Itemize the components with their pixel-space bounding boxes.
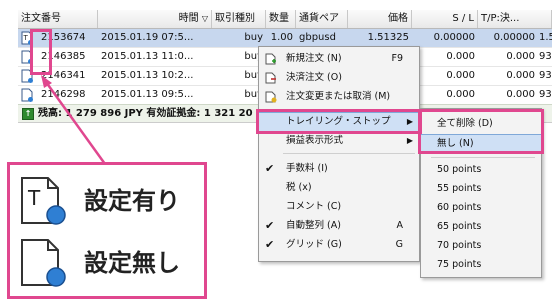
col-label: 価格 bbox=[388, 13, 408, 24]
order-pair: gbpusd bbox=[299, 32, 336, 43]
menu-item-label: 60 points bbox=[437, 202, 482, 213]
order-type: buy bbox=[244, 32, 263, 43]
checkmark-icon: ✔ bbox=[265, 219, 275, 232]
menu-item-tax[interactable]: 税 (x) bbox=[259, 179, 419, 197]
submenu-points-65[interactable]: 65 points bbox=[421, 218, 541, 236]
submenu-points-75[interactable]: 75 points bbox=[421, 256, 541, 274]
menu-item-modify-order[interactable]: 注文変更または取消 (M) bbox=[259, 88, 419, 106]
menu-item-label: 65 points bbox=[437, 221, 482, 232]
menu-item-label: 税 (x) bbox=[286, 182, 312, 193]
menu-item-comment[interactable]: コメント (C) bbox=[259, 198, 419, 216]
legend-callout: T 設定有り 設定無し bbox=[7, 162, 207, 299]
col-qty[interactable]: 数量 bbox=[266, 10, 296, 28]
col-label: T/P:決... bbox=[481, 13, 520, 24]
order-tp: 0.000 bbox=[506, 51, 535, 62]
order-sl: 0.00000 bbox=[433, 32, 475, 43]
order-qty: 1.00 bbox=[270, 32, 293, 43]
menu-item-grid[interactable]: ✔ グリッド (G) G bbox=[259, 236, 419, 254]
menu-item-label: 注文変更または取消 (M) bbox=[286, 91, 391, 102]
col-label: 時間 bbox=[178, 13, 199, 24]
svg-text:T: T bbox=[23, 34, 29, 42]
order-without-stop-icon bbox=[21, 88, 33, 102]
menu-item-label: 手数料 (I) bbox=[286, 163, 328, 174]
order-time: 2015.01.13 11:0... bbox=[101, 51, 194, 62]
col-label: 通貨ペア bbox=[299, 13, 339, 24]
context-menu: 新規注文 (N) F9 決済注文 (O) 注文変更または取消 (M) トレイリン… bbox=[258, 46, 420, 262]
submenu-points-60[interactable]: 60 points bbox=[421, 199, 541, 217]
balance-text: 残高: 1 279 896 JPY 有効証拠金: 1 321 20 bbox=[38, 108, 253, 119]
table-header: 注文番号 時間 ▽ 取引種別 数量 通貨ペア 価格 S / L T/P:決... bbox=[18, 10, 552, 29]
order-tp: 0.000 bbox=[506, 89, 535, 100]
order-sl: 0.000 bbox=[446, 51, 475, 62]
col-label: 数量 bbox=[269, 13, 289, 24]
icon-highlight-box bbox=[30, 29, 52, 75]
submenu-points-70[interactable]: 70 points bbox=[421, 237, 541, 255]
menu-item-label: 70 points bbox=[437, 240, 482, 251]
order-tp: 0.000 bbox=[506, 70, 535, 81]
menu-item-auto-arrange[interactable]: ✔ 自動整列 (A) A bbox=[259, 217, 419, 235]
menu-item-label: 損益表示形式 bbox=[286, 135, 344, 146]
col-label: S / L bbox=[452, 13, 474, 24]
col-pair[interactable]: 通貨ペア bbox=[296, 10, 348, 28]
modify-order-icon bbox=[265, 91, 277, 103]
menu-item-label: 決済注文 (O) bbox=[286, 72, 342, 83]
menu-item-label: グリッド (G) bbox=[286, 239, 342, 250]
menu-separator bbox=[431, 157, 535, 158]
order-extra: 93 bbox=[539, 89, 552, 100]
menu-item-label: 50 points bbox=[437, 164, 482, 175]
order-extra: 1.5 bbox=[539, 32, 552, 43]
order-tp: 0.00000 bbox=[493, 32, 535, 43]
menu-item-label: 新規注文 (N) bbox=[286, 53, 342, 64]
sort-down-icon: ▽ bbox=[201, 14, 208, 23]
checkmark-icon: ✔ bbox=[265, 162, 275, 175]
col-order-number[interactable]: 注文番号 bbox=[18, 10, 98, 28]
menu-shortcut: A bbox=[396, 220, 404, 231]
order-time: 2015.01.13 10:2... bbox=[101, 70, 194, 81]
col-label: 取引種別 bbox=[215, 13, 255, 24]
col-label: 注文番号 bbox=[21, 13, 61, 24]
menu-item-label: 75 points bbox=[437, 259, 482, 270]
order-sl: 0.000 bbox=[446, 70, 475, 81]
new-order-icon bbox=[265, 53, 276, 65]
order-with-stop-icon: T bbox=[21, 177, 66, 225]
col-time[interactable]: 時間 ▽ bbox=[98, 10, 212, 28]
order-number: 2146298 bbox=[41, 89, 86, 100]
menu-item-commission[interactable]: ✔ 手数料 (I) bbox=[259, 160, 419, 178]
submenu-points-55[interactable]: 55 points bbox=[421, 180, 541, 198]
legend-label: 設定有り bbox=[84, 187, 180, 215]
menu-separator bbox=[283, 153, 415, 154]
order-sl: 0.000 bbox=[446, 89, 475, 100]
submenu-arrow-icon: ▶ bbox=[406, 136, 413, 145]
menu-item-label: コメント (C) bbox=[286, 201, 342, 212]
menu-highlight-box bbox=[256, 109, 422, 134]
menu-item-new-order[interactable]: 新規注文 (N) F9 bbox=[259, 50, 419, 68]
order-without-stop-icon bbox=[21, 239, 66, 287]
legend-label: 設定無し bbox=[84, 249, 180, 277]
balance-icon: ↑ bbox=[22, 108, 34, 120]
col-type[interactable]: 取引種別 bbox=[212, 10, 266, 28]
order-price: 1.51325 bbox=[367, 32, 409, 43]
menu-item-close-order[interactable]: 決済注文 (O) bbox=[259, 69, 419, 87]
menu-shortcut: G bbox=[395, 239, 403, 250]
menu-item-label: 自動整列 (A) bbox=[286, 220, 341, 231]
submenu-points-50[interactable]: 50 points bbox=[421, 161, 541, 179]
col-tp[interactable]: T/P:決... bbox=[478, 10, 552, 28]
order-time: 2015.01.13 09:5... bbox=[101, 89, 194, 100]
col-sl[interactable]: S / L bbox=[412, 10, 478, 28]
menu-item-pl-format[interactable]: 損益表示形式 ▶ bbox=[259, 132, 419, 150]
order-extra: 93 bbox=[539, 51, 552, 62]
svg-text:T: T bbox=[27, 186, 41, 210]
checkmark-icon: ✔ bbox=[265, 238, 275, 251]
order-extra: 93 bbox=[539, 70, 552, 81]
col-price[interactable]: 価格 bbox=[348, 10, 412, 28]
submenu-highlight-box bbox=[418, 109, 544, 154]
order-time: 2015.01.19 07:5... bbox=[101, 32, 194, 43]
menu-shortcut: F9 bbox=[391, 53, 403, 64]
menu-item-label: 55 points bbox=[437, 183, 482, 194]
close-order-icon bbox=[265, 72, 276, 84]
